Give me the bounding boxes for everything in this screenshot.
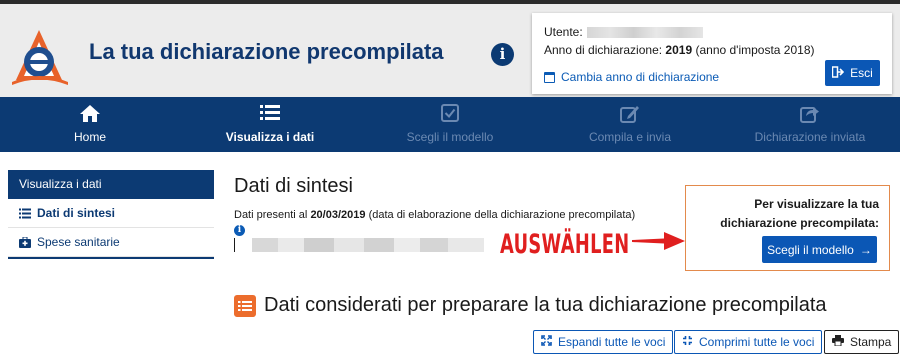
nav-label-scegli: Scegli il modello bbox=[406, 130, 494, 144]
main-nav: Home Visualizza i dati Scegli il modello… bbox=[0, 97, 900, 152]
section-title: Dati considerati per preparare la tua di… bbox=[234, 294, 827, 317]
data-date-line: Dati presenti al 20/03/2019 (data di ela… bbox=[234, 209, 635, 221]
arrow-right-icon: → bbox=[859, 242, 872, 257]
info-icon[interactable]: i bbox=[234, 225, 245, 236]
cta-box: Per visualizzare la tua dichiarazione pr… bbox=[685, 185, 890, 271]
nav-item-home[interactable]: Home bbox=[0, 97, 180, 152]
app-title: La tua dichiarazione precompilata bbox=[89, 39, 444, 64]
calendar-icon bbox=[544, 71, 555, 83]
exit-label: Esci bbox=[850, 66, 873, 80]
cta-line-1: Per visualizzare la tua bbox=[754, 197, 879, 211]
nav-label-home: Home bbox=[73, 130, 106, 144]
masked-info-line bbox=[234, 238, 484, 252]
nav-item-inviata[interactable]: Dichiarazione inviata bbox=[720, 97, 900, 152]
info-icon[interactable]: i bbox=[491, 43, 514, 66]
user-row: Utente: bbox=[544, 25, 703, 39]
choose-model-label: Scegli il modello bbox=[767, 242, 854, 257]
edit-icon bbox=[540, 104, 720, 124]
nav-label-compila: Compila e invia bbox=[588, 130, 672, 144]
nav-item-visualizza[interactable]: Visualizza i dati bbox=[180, 97, 360, 152]
choose-model-button[interactable]: Scegli il modello → bbox=[762, 236, 877, 263]
expand-all-button[interactable]: Espandi tutte le voci bbox=[533, 330, 674, 354]
sidebar-divider bbox=[8, 257, 214, 259]
print-label: Stampa bbox=[850, 335, 892, 349]
exit-button[interactable]: Esci bbox=[825, 60, 880, 86]
cta-text: Per visualizzare la tua dichiarazione pr… bbox=[720, 195, 879, 233]
data-suffix: (data di elaborazione della dichiarazion… bbox=[368, 209, 636, 221]
year-prefix: Anno di dichiarazione: bbox=[544, 43, 663, 57]
user-label: Utente: bbox=[544, 25, 583, 39]
medkit-icon bbox=[19, 236, 31, 248]
data-date: 20/03/2019 bbox=[310, 209, 366, 221]
expand-all-label: Espandi tutte le voci bbox=[558, 335, 666, 349]
home-icon bbox=[0, 104, 180, 124]
change-year-label: Cambia anno di dichiarazione bbox=[561, 70, 720, 84]
expand-icon bbox=[541, 335, 552, 349]
sidebar-item-spese-sanitarie[interactable]: Spese sanitarie bbox=[8, 228, 214, 257]
sidebar-item-label: Dati di sintesi bbox=[37, 206, 116, 220]
sign-out-icon bbox=[831, 65, 845, 81]
cta-line-2: dichiarazione precompilata: bbox=[720, 216, 879, 230]
nav-label-visualizza: Visualizza i dati bbox=[225, 130, 315, 144]
year-row: Anno di dichiarazione: 2019 (anno d'impo… bbox=[544, 43, 815, 57]
section-title-text: Dati considerati per preparare la tua di… bbox=[264, 294, 827, 316]
sidebar-item-dati-sintesi[interactable]: Dati di sintesi bbox=[8, 199, 214, 228]
compress-icon bbox=[682, 335, 693, 349]
nav-item-scegli[interactable]: Scegli il modello bbox=[360, 97, 540, 152]
nav-item-compila[interactable]: Compila e invia bbox=[540, 97, 720, 152]
change-year-link[interactable]: Cambia anno di dichiarazione bbox=[544, 70, 719, 84]
sidebar: Visualizza i dati Dati di sintesi Spese … bbox=[8, 170, 214, 259]
nav-label-inviata: Dichiarazione inviata bbox=[754, 130, 866, 144]
header: La tua dichiarazione precompilata i Uten… bbox=[0, 4, 900, 97]
user-name-masked bbox=[586, 26, 703, 38]
list-icon bbox=[19, 208, 31, 219]
agenzia-entrate-logo bbox=[12, 30, 68, 85]
sidebar-heading: Visualizza i dati bbox=[8, 170, 214, 199]
annotation-arrow-icon bbox=[632, 232, 685, 250]
checkbox-icon bbox=[360, 104, 540, 124]
data-prefix: Dati presenti al bbox=[234, 209, 308, 221]
collapse-all-label: Comprimi tutte le voci bbox=[699, 335, 815, 349]
collapse-all-button[interactable]: Comprimi tutte le voci bbox=[674, 330, 823, 354]
print-icon bbox=[832, 335, 844, 349]
share-icon bbox=[720, 104, 900, 124]
year-value: 2019 bbox=[665, 43, 693, 57]
user-box: Utente: Anno di dichiarazione: 2019 (ann… bbox=[532, 13, 892, 94]
list-icon bbox=[180, 104, 360, 124]
year-suffix: (anno d'imposta 2018) bbox=[695, 43, 815, 57]
list-icon bbox=[234, 294, 256, 317]
print-button[interactable]: Stampa bbox=[824, 330, 900, 354]
annotation-text: AUSWÄHLEN bbox=[500, 229, 630, 260]
page-title: Dati di sintesi bbox=[234, 175, 353, 197]
sidebar-item-label: Spese sanitarie bbox=[37, 235, 120, 249]
